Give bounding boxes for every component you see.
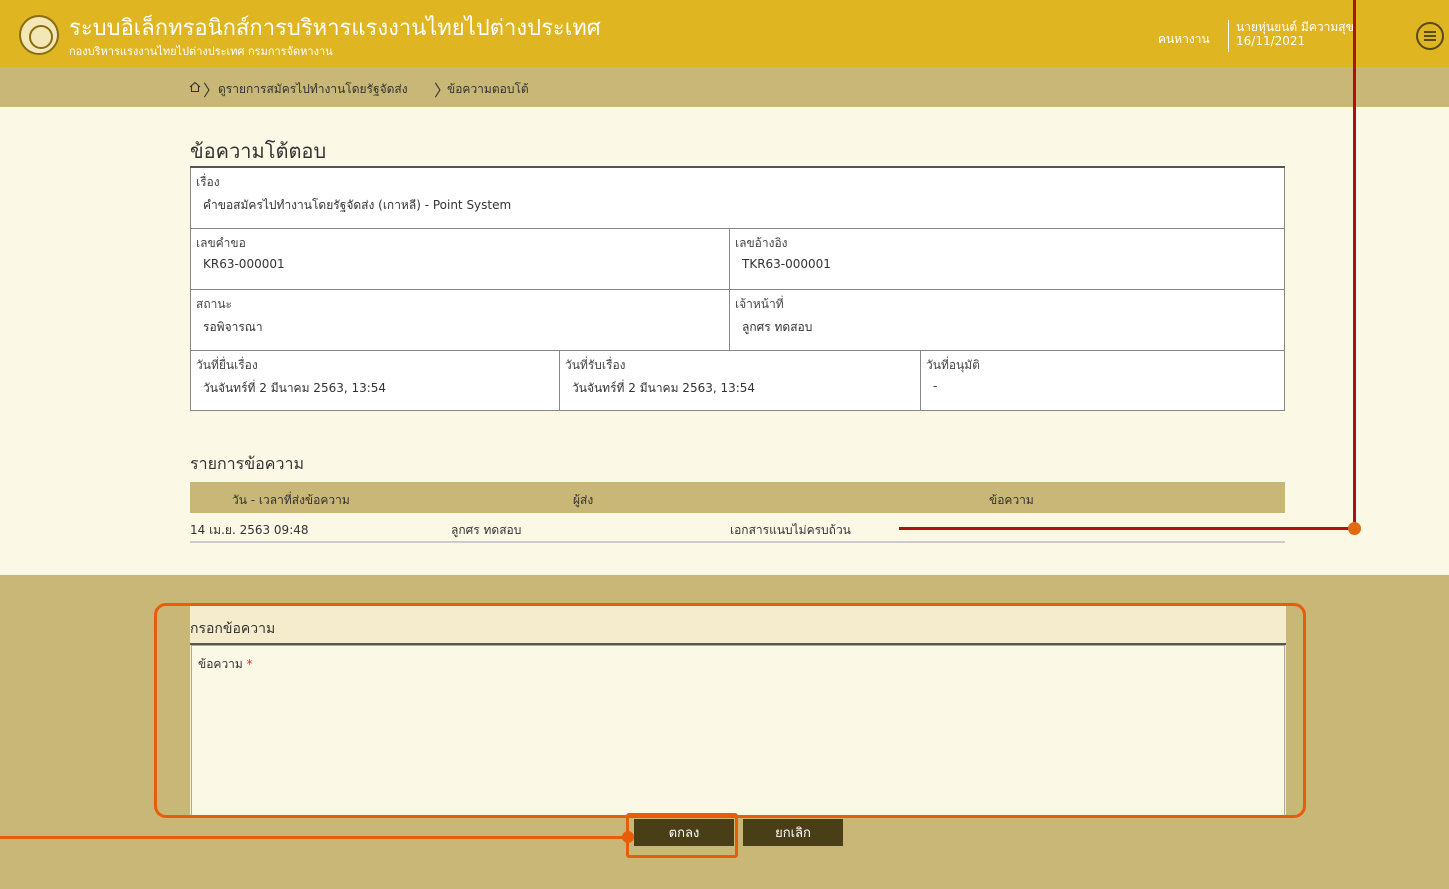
status-label: สถานะ — [196, 297, 232, 311]
request-info-table: เรื่อง คำขอสมัครไปทำงานโดยรัฐจัดส่ง (เกา… — [190, 168, 1285, 411]
message-textarea[interactable] — [191, 645, 1285, 816]
request-no-value: KR63-000001 — [203, 257, 285, 271]
message-label-text: ข้อความ — [198, 657, 243, 671]
breadcrumb-item-current: ข้อความตอบโต้ — [447, 82, 529, 96]
row-datetime: 14 เม.ย. 2563 09:48 — [190, 523, 309, 537]
cancel-button[interactable]: ยกเลิก — [743, 819, 843, 846]
page-title: ข้อความโต้ตอบ — [190, 139, 327, 163]
submit-callout-line — [0, 836, 627, 839]
home-icon[interactable] — [189, 81, 201, 93]
status-value: รอพิจารณา — [203, 320, 263, 334]
role-link[interactable]: คนหางาน — [1158, 30, 1210, 49]
submitted-date-value: วันจันทร์ที่ 2 มีนาคม 2563, 13:54 — [203, 381, 387, 395]
breadcrumb-separator: 〉 — [203, 81, 220, 100]
row-message: เอกสารแนบไม่ครบถ้วน — [730, 523, 851, 537]
government-seal-logo — [19, 15, 59, 55]
request-no-cell: เลขคำขอ KR63-000001 — [191, 229, 730, 290]
submit-callout-dot — [622, 831, 634, 843]
approved-date-label: วันที่อนุมัติ — [926, 358, 980, 372]
received-date-cell: วันที่รับเรื่อง วันจันทร์ที่ 2 มีนาคม 25… — [560, 351, 921, 410]
row-sender: ลูกศร ทดสอบ — [451, 523, 522, 537]
table-row[interactable]: 14 เม.ย. 2563 09:48 ลูกศร ทดสอบ เอกสารแน… — [190, 513, 1285, 543]
message-table-header: วัน - เวลาที่ส่งข้อความ ผู้ส่ง ข้อความ — [190, 482, 1285, 513]
request-no-label: เลขคำขอ — [196, 236, 246, 250]
form-title: กรอกข้อความ — [190, 621, 276, 637]
subject-cell: เรื่อง คำขอสมัครไปทำงานโดยรัฐจัดส่ง (เกา… — [191, 168, 1284, 229]
breadcrumb: 〉 ดูรายการสมัครไปทำงานโดยรัฐจัดส่ง 〉 ข้อ… — [0, 67, 1449, 107]
approved-date-cell: วันที่อนุมัติ - — [921, 351, 1284, 410]
officer-cell: เจ้าหน้าที่ ลูกศร ทดสอบ — [730, 290, 1284, 351]
submitted-date-label: วันที่ยื่นเรื่อง — [196, 358, 258, 372]
received-date-label: วันที่รับเรื่อง — [565, 358, 626, 372]
reference-no-label: เลขอ้างอิง — [735, 236, 788, 250]
subject-label: เรื่อง — [196, 175, 220, 189]
user-date: 16/11/2021 — [1236, 34, 1306, 48]
message-field-label: ข้อความ * — [198, 655, 253, 674]
required-asterisk: * — [246, 657, 253, 671]
officer-value: ลูกศร ทดสอบ — [742, 320, 813, 334]
app-subtitle: กองบริหารแรงงานไทยไปต่างประเทศ กรมการจัด… — [69, 45, 333, 58]
submitted-date-cell: วันที่ยื่นเรื่อง วันจันทร์ที่ 2 มีนาคม 2… — [191, 351, 560, 410]
reference-no-value: TKR63-000001 — [742, 257, 831, 271]
column-header-sender[interactable]: ผู้ส่ง — [573, 491, 593, 510]
column-header-message[interactable]: ข้อความ — [989, 491, 1034, 510]
officer-label: เจ้าหน้าที่ — [735, 297, 784, 311]
hamburger-circle-icon[interactable] — [1416, 22, 1444, 50]
breadcrumb-item-application-list[interactable]: ดูรายการสมัครไปทำงานโดยรัฐจัดส่ง — [218, 80, 408, 99]
message-list-title: รายการข้อความ — [190, 454, 304, 473]
column-header-datetime[interactable]: วัน - เวลาที่ส่งข้อความ — [232, 491, 350, 510]
approved-date-value: - — [933, 379, 938, 393]
app-header: ระบบอิเล็กทรอนิกส์การบริหารแรงงานไทยไปต่… — [0, 0, 1449, 67]
received-date-value: วันจันทร์ที่ 2 มีนาคม 2563, 13:54 — [572, 381, 756, 395]
app-title: ระบบอิเล็กทรอนิกส์การบริหารแรงงานไทยไปต่… — [69, 16, 601, 41]
subject-value: คำขอสมัครไปทำงานโดยรัฐจัดส่ง (เกาหลี) - … — [203, 198, 512, 212]
status-cell: สถานะ รอพิจารณา — [191, 290, 730, 351]
reference-no-cell: เลขอ้างอิง TKR63-000001 — [730, 229, 1284, 290]
submit-button[interactable]: ตกลง — [634, 819, 734, 846]
header-divider — [1228, 20, 1229, 52]
